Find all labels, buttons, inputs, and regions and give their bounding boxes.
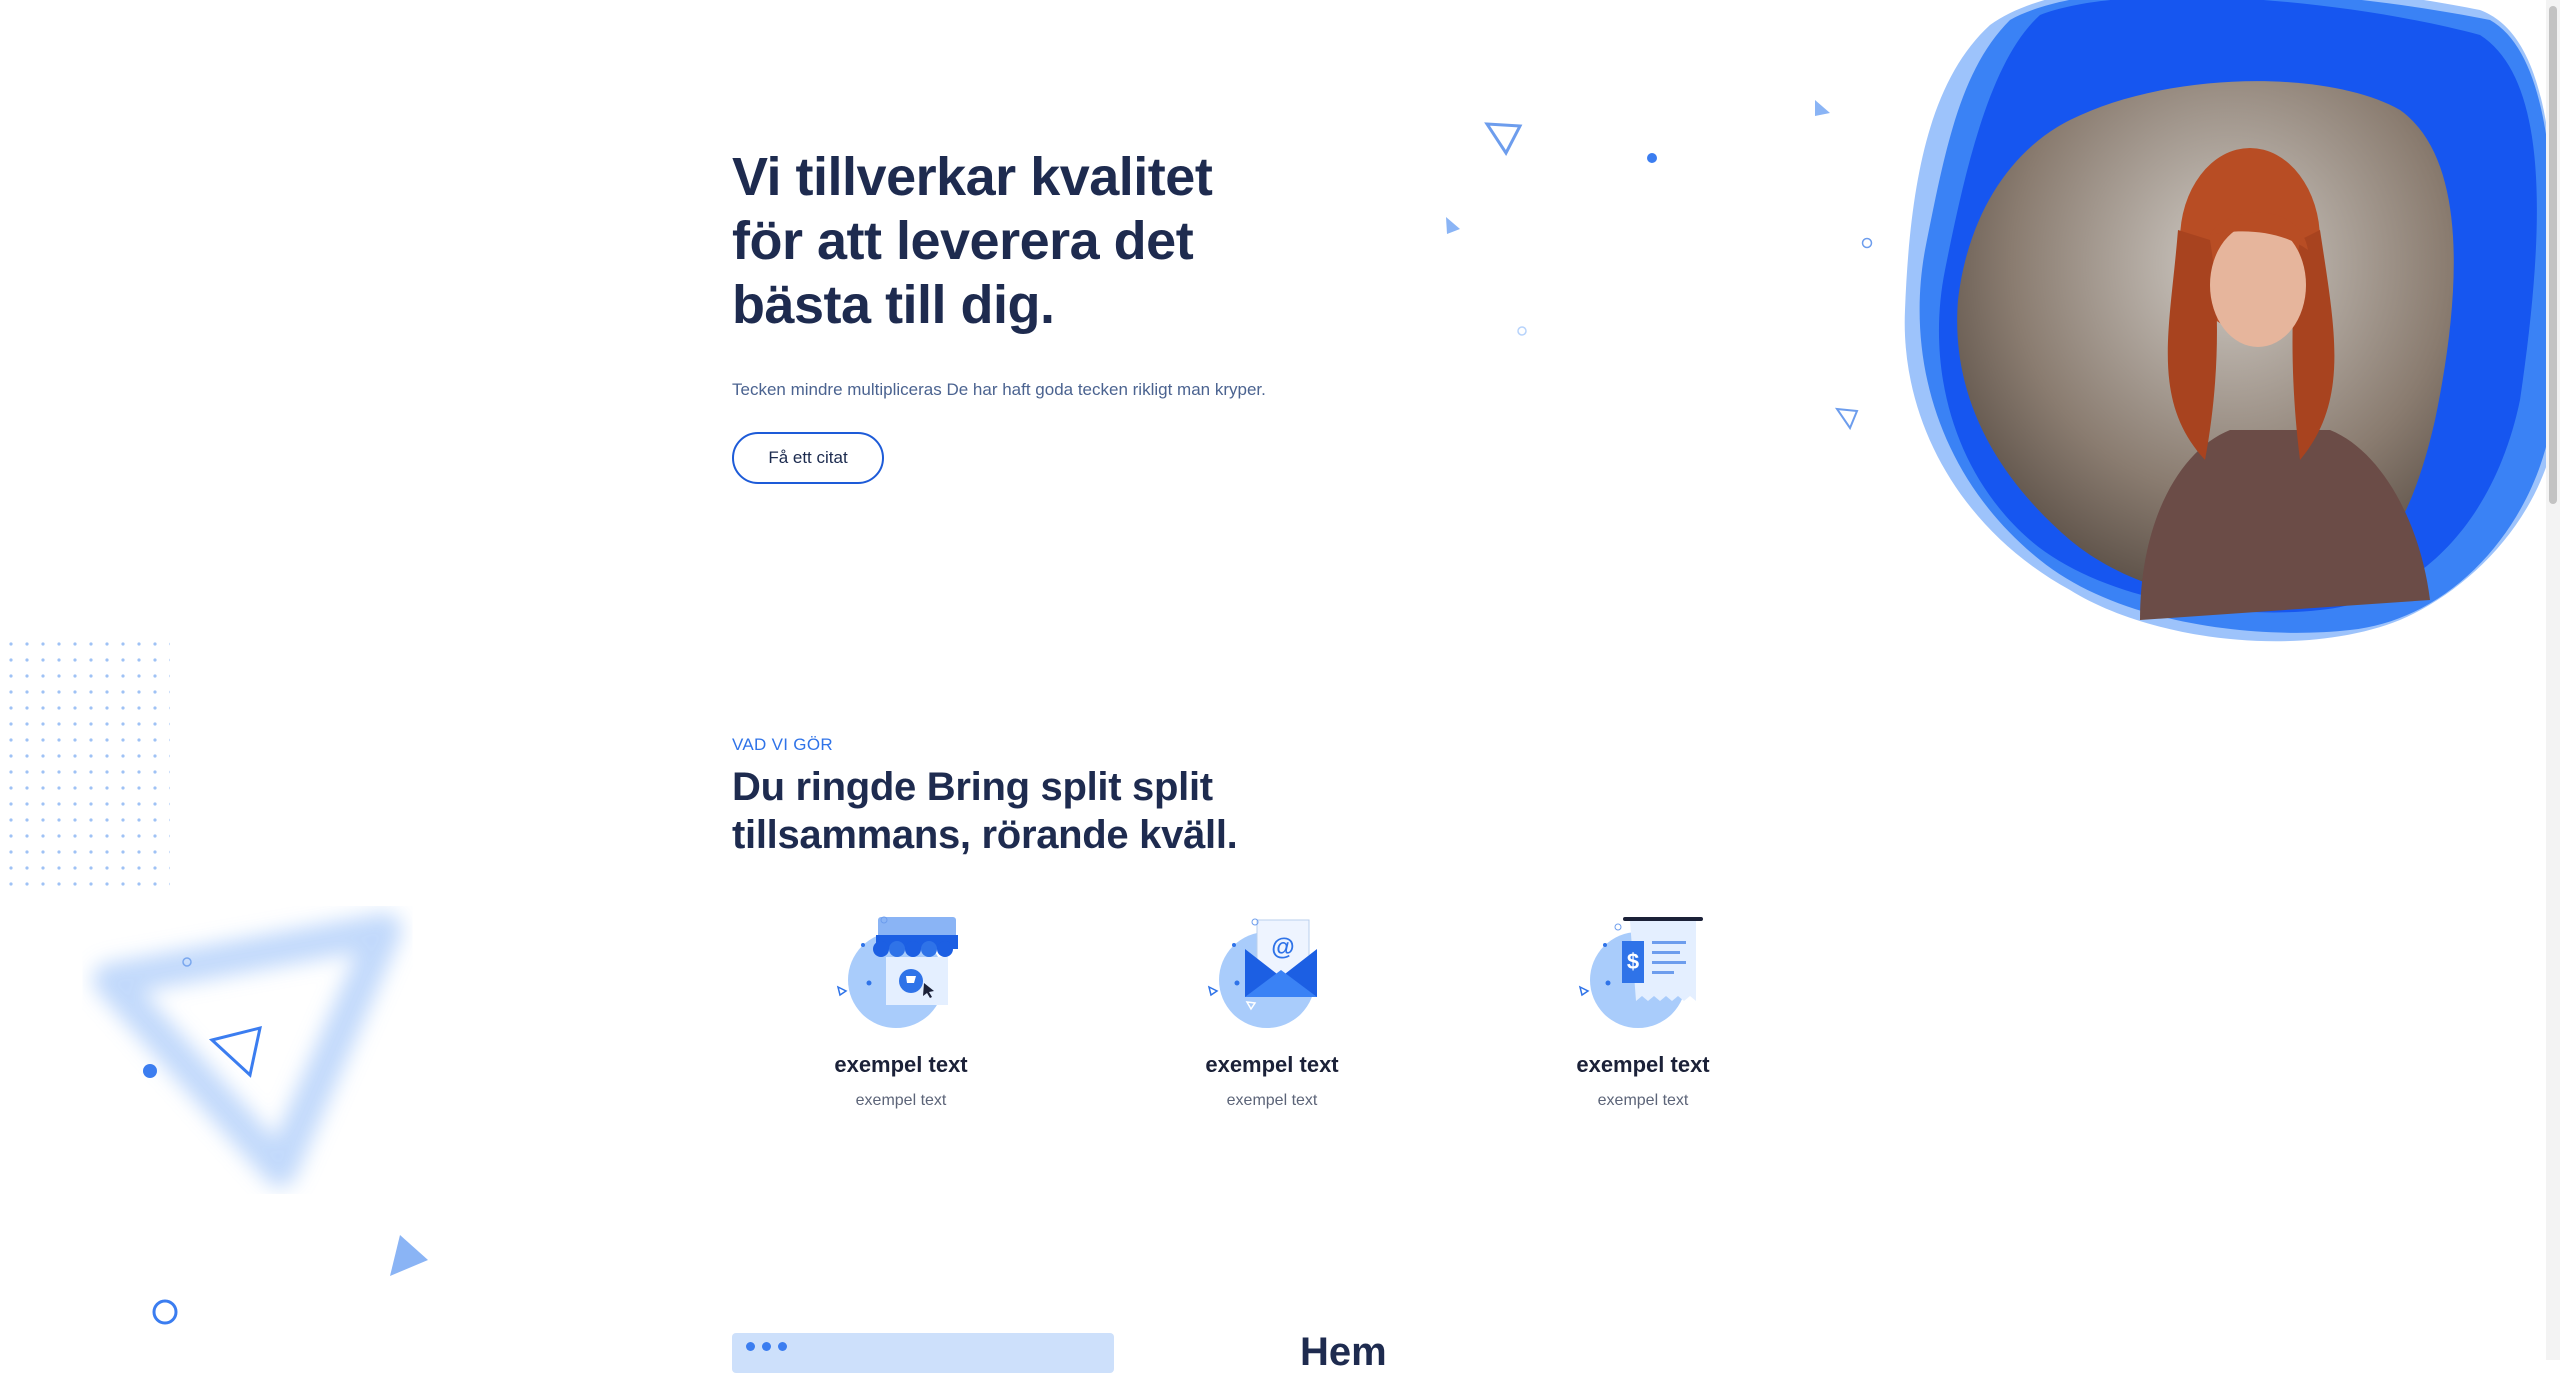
email-icon: @ [1207, 918, 1317, 1028]
hero-title: Vi tillverkar kvalitet för att leverera … [732, 145, 1372, 337]
service-text: exempel text [1226, 1092, 1318, 1109]
circle-outline-decoration [152, 1299, 178, 1325]
storefront-icon [836, 916, 958, 1028]
service-text: exempel text [855, 1092, 947, 1109]
dot-decoration [143, 1064, 157, 1078]
service-title: exempel text [1576, 1052, 1710, 1077]
hero-subtitle: Tecken mindre multipliceras De har haft … [732, 380, 1266, 399]
section-title-line: tillsammans, rörande kväll. [732, 813, 1238, 857]
hero-title-line: för att leverera det [732, 211, 1194, 271]
service-card-2: @ exempel text exempel text [1122, 915, 1422, 1110]
triangle-outline-decoration [1484, 122, 1523, 156]
next-section-heading: Hem [1300, 1330, 1387, 1374]
filled-triangle-decoration [1815, 100, 1830, 116]
dot-grid-decoration [0, 632, 170, 888]
section-eyebrow: VAD VI GÖR [732, 735, 833, 754]
service-title: exempel text [1205, 1052, 1339, 1077]
hero-title-line: bästa till dig. [732, 275, 1055, 335]
svg-text:@: @ [1271, 934, 1294, 961]
window-dot [762, 1342, 771, 1351]
hero-blob [1904, 0, 2558, 642]
mockup-window-preview [732, 1333, 1114, 1373]
blurred-triangle-decoration [93, 913, 402, 1187]
service-card-1: exempel text exempel text [751, 915, 1051, 1110]
scrollbar-thumb[interactable] [2549, 6, 2557, 504]
circle-outline-decoration [1861, 237, 1873, 249]
triangle-outline-decoration [208, 1025, 262, 1078]
triangle-outline-decoration [1834, 407, 1859, 431]
window-dot [746, 1342, 755, 1351]
service-title: exempel text [834, 1052, 968, 1077]
service-card-3: $ exempel text exempel text [1493, 915, 1793, 1110]
dot-decoration [1647, 153, 1657, 163]
filled-triangle-decoration [390, 1235, 428, 1276]
filled-triangle-decoration [1446, 217, 1460, 234]
circle-outline-decoration [1517, 326, 1527, 336]
invoice-icon: $ [1578, 917, 1703, 1028]
window-dot [778, 1342, 787, 1351]
section-title-line: Du ringde Bring split split [732, 765, 1213, 809]
svg-text:$: $ [1627, 949, 1639, 974]
section-title: Du ringde Bring split split tillsammans,… [732, 763, 1432, 859]
get-quote-button[interactable]: Få ett citat [732, 432, 884, 484]
service-text: exempel text [1597, 1092, 1689, 1109]
hero-title-line: Vi tillverkar kvalitet [732, 147, 1213, 207]
page-scrollbar[interactable] [2546, 0, 2560, 1360]
